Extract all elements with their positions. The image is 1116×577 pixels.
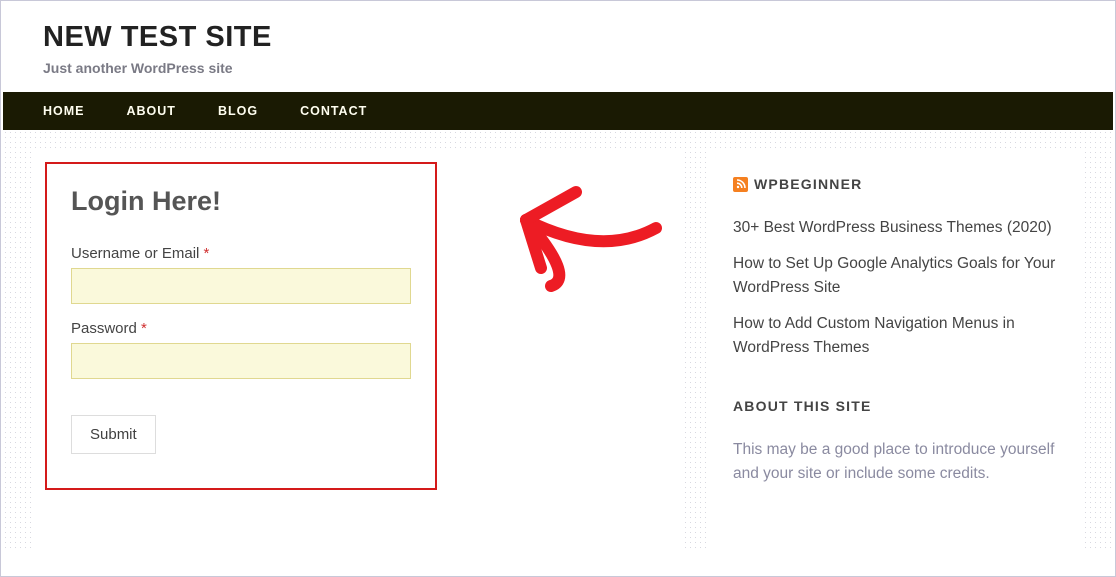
password-input[interactable] (71, 343, 411, 379)
submit-button[interactable]: Submit (71, 415, 156, 454)
required-mark: * (204, 245, 210, 262)
about-widget: ABOUT THIS SITE This may be a good place… (733, 398, 1059, 486)
rss-widget: WPBEGINNER 30+ Best WordPress Business T… (733, 176, 1059, 360)
primary-nav: HOME ABOUT BLOG CONTACT (3, 92, 1113, 130)
rss-icon[interactable] (733, 177, 748, 192)
username-label: Username or Email * (71, 245, 411, 262)
rss-widget-title: WPBEGINNER (733, 176, 1059, 192)
site-header: NEW TEST SITE Just another WordPress sit… (3, 3, 1113, 92)
nav-blog[interactable]: BLOG (218, 104, 258, 118)
nav-home[interactable]: HOME (43, 104, 85, 118)
main-content-card: Login Here! Username or Email * Password… (31, 148, 683, 548)
about-widget-title: ABOUT THIS SITE (733, 398, 1059, 414)
about-text: This may be a good place to introduce yo… (733, 438, 1059, 486)
nav-about[interactable]: ABOUT (127, 104, 176, 118)
nav-contact[interactable]: CONTACT (300, 104, 367, 118)
username-field-wrap: Username or Email * (71, 245, 411, 304)
required-mark: * (141, 320, 147, 337)
rss-item[interactable]: How to Set Up Google Analytics Goals for… (733, 252, 1059, 300)
annotation-arrow-icon (481, 168, 681, 313)
login-form-highlight: Login Here! Username or Email * Password… (45, 162, 437, 490)
sidebar: WPBEGINNER 30+ Best WordPress Business T… (707, 148, 1085, 552)
password-field-wrap: Password * (71, 320, 411, 379)
username-input[interactable] (71, 268, 411, 304)
site-tagline: Just another WordPress site (43, 60, 1073, 76)
rss-item[interactable]: 30+ Best WordPress Business Themes (2020… (733, 216, 1059, 240)
rss-item[interactable]: How to Add Custom Navigation Menus in Wo… (733, 312, 1059, 360)
login-title: Login Here! (71, 186, 411, 217)
site-title[interactable]: NEW TEST SITE (43, 21, 1073, 54)
password-label: Password * (71, 320, 411, 337)
